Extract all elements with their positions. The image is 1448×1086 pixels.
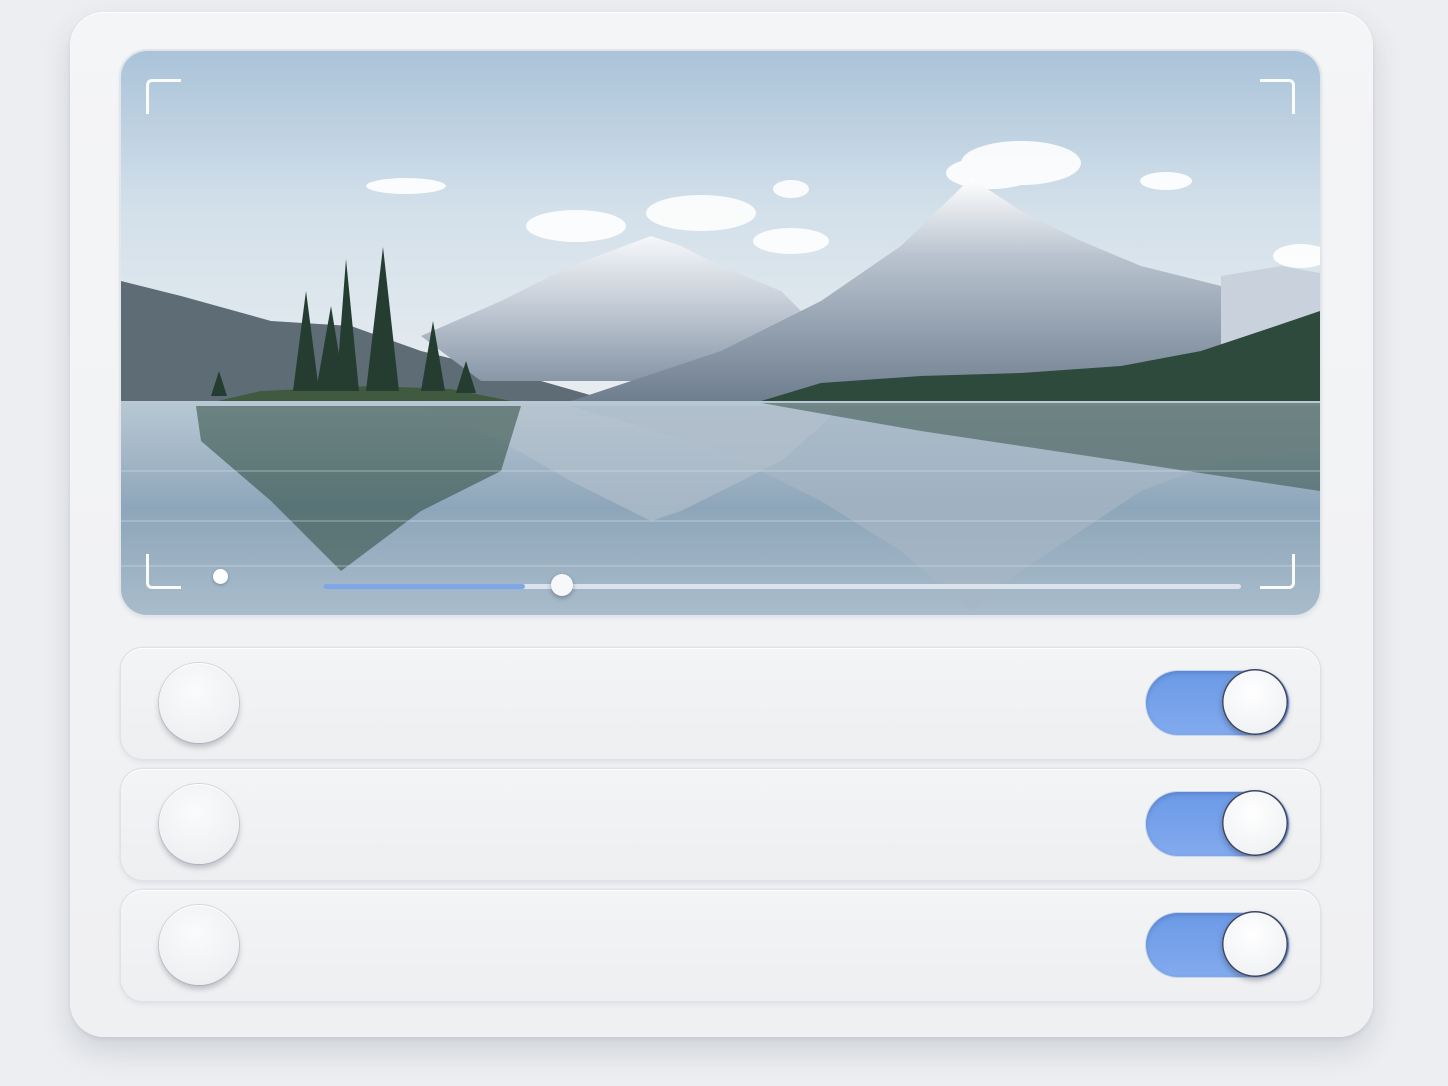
frame-corner-top-left — [146, 79, 181, 114]
frame-corner-bottom-right — [1260, 554, 1295, 589]
playback-scrubber[interactable] — [323, 574, 1241, 596]
scrubber-handle[interactable] — [551, 574, 573, 596]
row-1-radio-button[interactable] — [159, 663, 239, 743]
frame-corner-bottom-left — [146, 554, 181, 589]
settings-row-1[interactable] — [121, 648, 1320, 759]
media-viewer[interactable] — [121, 51, 1320, 615]
scrubber-progress-fill — [323, 584, 525, 589]
row-3-toggle-switch[interactable] — [1146, 911, 1289, 977]
frame-corner-top-right — [1260, 79, 1295, 114]
landscape-image — [121, 51, 1320, 615]
record-indicator-dot — [213, 569, 228, 584]
row-1-toggle-switch[interactable] — [1146, 669, 1289, 735]
row-2-radio-button[interactable] — [159, 784, 239, 864]
settings-row-2[interactable] — [121, 769, 1320, 880]
row-2-toggle-thumb — [1222, 790, 1288, 856]
row-3-radio-button[interactable] — [159, 905, 239, 985]
row-2-toggle-switch[interactable] — [1146, 790, 1289, 856]
settings-row-3[interactable] — [121, 890, 1320, 1001]
row-1-toggle-thumb — [1222, 669, 1288, 735]
row-3-toggle-thumb — [1222, 911, 1288, 977]
